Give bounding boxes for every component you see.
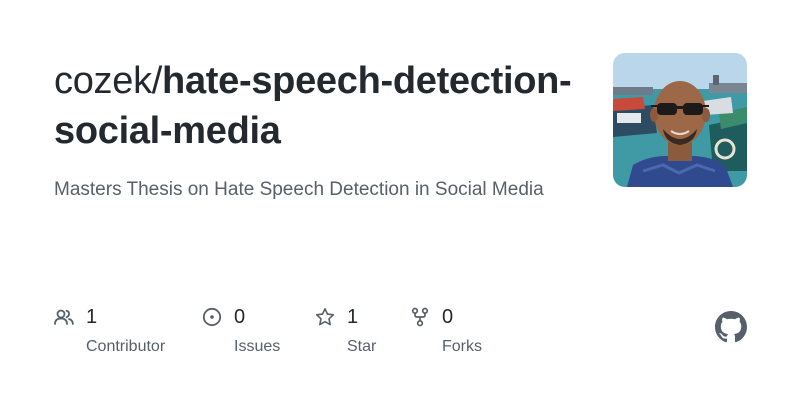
- stars-label: Star: [347, 338, 377, 355]
- contributor-count: 1: [86, 305, 98, 328]
- issue-icon: [202, 307, 222, 327]
- repo-social-card: cozek/hate-speech-detection-social-media…: [0, 0, 800, 400]
- repo-owner: cozek/: [54, 60, 163, 102]
- owner-avatar[interactable]: [613, 53, 747, 187]
- repo-description: Masters Thesis on Hate Speech Detection …: [54, 179, 544, 200]
- stat-stars[interactable]: 1 Star: [315, 304, 376, 356]
- avatar-photo: [613, 53, 747, 187]
- stat-forks[interactable]: 0 Forks: [410, 304, 482, 356]
- issues-label: Issues: [234, 338, 281, 355]
- stars-count: 1: [347, 305, 359, 328]
- contributor-label: Contributor: [86, 338, 166, 355]
- forks-label: Forks: [442, 338, 482, 355]
- forks-count: 0: [442, 305, 454, 328]
- issues-count: 0: [234, 305, 246, 328]
- star-icon: [315, 307, 335, 327]
- fork-icon: [410, 307, 430, 327]
- repo-title[interactable]: cozek/hate-speech-detection-social-media: [54, 56, 594, 156]
- stat-issues[interactable]: 0 Issues: [202, 304, 280, 356]
- people-icon: [54, 307, 74, 327]
- stat-contributors[interactable]: 1 Contributor: [54, 304, 165, 356]
- github-logo-icon[interactable]: [715, 311, 747, 343]
